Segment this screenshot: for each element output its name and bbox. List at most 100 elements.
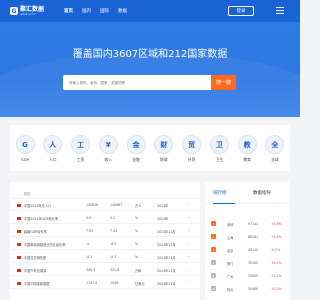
- row-date: 2024年12月: [157, 255, 176, 260]
- table-row[interactable]: 中国汽车总销量 349.3 331.6 万辆 2024年12月 ··: [10, 265, 200, 276]
- table-row[interactable]: 越南GDP增长率 7.55 7.43 % 2024年12月 ··: [10, 226, 200, 237]
- menu-icon[interactable]: [276, 7, 284, 14]
- top-nav: G 聚汇数据 gotohui.com 首页 国内 国际 数据 登录: [0, 0, 300, 22]
- row-date: 2024年: [157, 203, 169, 208]
- nav-item-domestic[interactable]: 国内: [82, 8, 91, 14]
- rank-city: 广州: [227, 274, 234, 279]
- category-label: 工资: [76, 157, 85, 162]
- row-previous: 7.43: [110, 229, 118, 233]
- vietnam-flag-icon: [17, 229, 21, 233]
- nav-item-international[interactable]: 国际: [100, 8, 109, 14]
- category-global[interactable]: 全全球: [265, 129, 285, 171]
- row-value: 140828: [86, 203, 99, 207]
- hero-banner: 覆盖国内3607区域和212国家数据 搜一搜: [0, 22, 300, 117]
- login-button[interactable]: 登录: [228, 6, 254, 16]
- rank-city: 厦门: [227, 261, 234, 266]
- category-label: 金融: [132, 157, 140, 162]
- table-row[interactable]: 中国中国最新数据 1147.5 1046 亿美元 2024年12月 ··: [10, 278, 200, 289]
- row-date: 2024年12月: [157, 268, 176, 273]
- table-row[interactable]: 中国新增城镇就业同比增长率 -5 -6.5 % 2024年12月 ··: [10, 239, 200, 250]
- rank-change: +4.8%: [271, 221, 282, 226]
- row-more-link[interactable]: ··: [188, 255, 190, 259]
- rank-change: +2.1%: [271, 273, 282, 278]
- row-date: 2024年12月: [157, 229, 176, 234]
- row-date: 2024年: [157, 216, 169, 221]
- category-population[interactable]: 人人口: [43, 129, 63, 171]
- row-more-link[interactable]: ··: [188, 281, 190, 285]
- site-logo[interactable]: G 聚汇数据 gotohui.com: [10, 6, 56, 16]
- rank-badge: 6: [211, 286, 216, 291]
- active-tab-indicator: [213, 203, 235, 204]
- search-input[interactable]: [63, 75, 211, 90]
- row-more-link[interactable]: ··: [188, 216, 190, 220]
- row-name: 中国2024年总人口: [24, 203, 52, 208]
- ranking-row[interactable]: 4 厦门 35100 +4.1%: [205, 257, 290, 268]
- rank-city: 上海: [227, 235, 234, 240]
- category-label: 外贸: [187, 157, 196, 162]
- row-unit: %: [135, 255, 139, 259]
- row-unit: 亿美元: [135, 281, 145, 286]
- row-value: 5.0: [86, 216, 92, 220]
- ranking-header: [205, 208, 290, 216]
- category-income[interactable]: ¥ 收入: [98, 129, 118, 171]
- category-wages[interactable]: 工工资: [71, 129, 91, 171]
- row-name: 中国2024年GDP增长率: [24, 216, 59, 221]
- logo-icon: G: [10, 7, 18, 15]
- row-value: 349.3: [86, 268, 96, 272]
- row-more-link[interactable]: ··: [188, 229, 190, 233]
- nav-item-data[interactable]: 数据: [118, 8, 127, 14]
- globe-icon: 全: [265, 135, 285, 154]
- rank-city: 杭州: [227, 287, 234, 292]
- table-row[interactable]: 中国2024年总人口 140828 140967 万人 2024年 ··: [10, 200, 200, 211]
- row-more-link[interactable]: ··: [188, 242, 190, 246]
- category-health[interactable]: 卫卫生: [209, 129, 229, 171]
- tab-ranking[interactable]: 排行榜: [213, 190, 227, 196]
- category-label: 人口: [48, 157, 57, 162]
- rank-change: -0.2%: [271, 247, 281, 252]
- category-label: 卫生: [215, 157, 224, 162]
- category-label: 教育: [243, 157, 251, 162]
- search-button[interactable]: 搜一搜: [211, 75, 236, 90]
- category-gdp[interactable]: G GDP: [15, 129, 35, 171]
- row-value: 7.55: [86, 229, 94, 233]
- category-fiscal[interactable]: 财财政: [154, 129, 174, 171]
- column-header-name: 数据: [24, 191, 31, 196]
- row-previous: 140967: [110, 203, 123, 207]
- row-unit: %: [135, 242, 139, 246]
- population-icon: 人: [43, 135, 63, 154]
- row-previous: 1046: [110, 281, 119, 285]
- ranking-row[interactable]: 2 上海 85161 +5.0%: [205, 231, 290, 242]
- table-row[interactable]: 中国2024年GDP增长率 5.0 5.2 % 2024年 ··: [10, 213, 200, 224]
- category-bar: G GDP 人人口 工工资 ¥ 收入 金金融 财财政 贸外贸 卫卫生 教教育 全全球: [10, 125, 290, 171]
- category-education[interactable]: 教教育: [237, 129, 257, 171]
- tab-data-guide[interactable]: 数据指导: [253, 190, 271, 196]
- nav-item-home[interactable]: 首页: [64, 8, 73, 14]
- ranking-row[interactable]: 3 北京 45110 -0.2%: [205, 244, 290, 255]
- rank-value: 35005: [248, 273, 259, 278]
- ranking-row[interactable]: 1 深圳 97141 +4.8%: [205, 218, 290, 229]
- rank-value: 35100: [248, 260, 259, 265]
- row-more-link[interactable]: ··: [188, 268, 190, 272]
- table-row[interactable]: 中国住宅销售额 -0.1 -0.7 % 2024年12月 ··: [10, 252, 200, 263]
- category-label: 财政: [160, 157, 168, 162]
- ranking-tabs: 排行榜 数据指导: [205, 182, 290, 204]
- row-more-link[interactable]: ··: [188, 203, 190, 207]
- ranking-row[interactable]: 6 杭州 35400 +2.5%: [205, 283, 290, 294]
- china-flag-icon: [17, 268, 21, 272]
- row-name: 中国住宅销售额: [24, 255, 47, 260]
- rank-value: 35400: [248, 286, 259, 291]
- row-value: 1147.5: [86, 281, 98, 285]
- rank-badge: 4: [211, 260, 216, 265]
- fiscal-icon: 财: [154, 135, 174, 154]
- ranking-panel: 排行榜 数据指导 1 深圳 97141 +4.8% 2 上海 85161 +5.…: [205, 182, 290, 300]
- rank-badge: 5: [211, 273, 216, 278]
- row-name: 越南GDP增长率: [24, 229, 47, 234]
- category-label: 全球: [271, 157, 279, 162]
- category-finance[interactable]: 金金融: [126, 129, 146, 171]
- latest-data-table: 数据 中国2024年总人口 140828 140967 万人 2024年 ·· …: [10, 182, 200, 300]
- china-flag-icon: [17, 216, 21, 220]
- rank-value: 85161: [248, 234, 259, 239]
- category-trade[interactable]: 贸外贸: [182, 129, 202, 171]
- main-nav: 首页 国内 国际 数据: [64, 8, 136, 14]
- ranking-row[interactable]: 5 广州 35005 +2.1%: [205, 270, 290, 281]
